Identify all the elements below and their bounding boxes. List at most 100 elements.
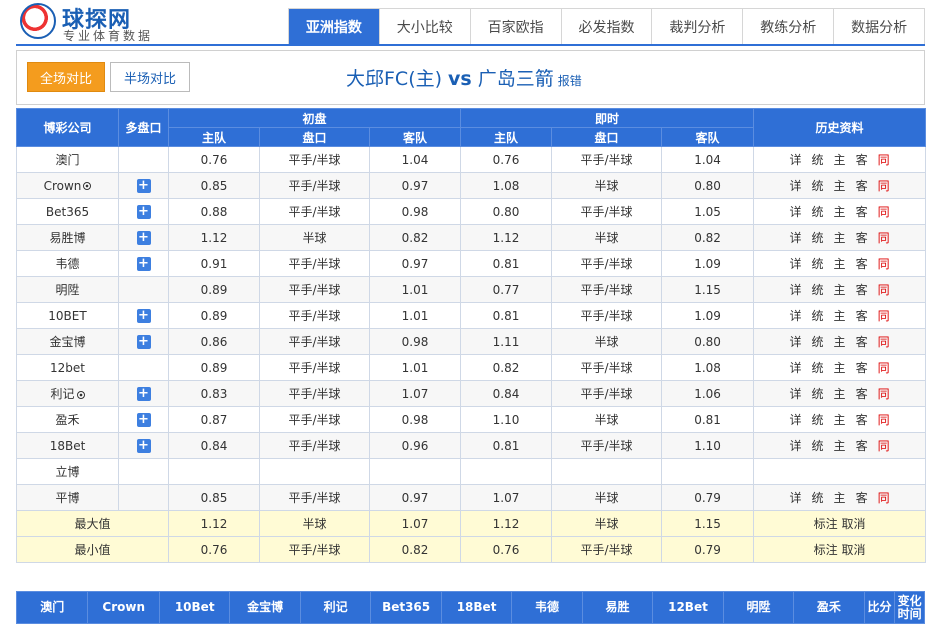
company-name[interactable]: 易胜博 xyxy=(49,231,85,245)
history-link[interactable]: 主 xyxy=(834,153,846,167)
history-link[interactable]: 客 xyxy=(856,153,868,167)
history-link[interactable]: 主 xyxy=(834,257,846,271)
history-link[interactable]: 主 xyxy=(834,491,846,505)
history-link[interactable]: 同 xyxy=(878,205,890,219)
tab-over-under[interactable]: 大小比较 xyxy=(378,9,470,44)
history-link[interactable]: 客 xyxy=(856,439,868,453)
company-name[interactable]: 平博 xyxy=(55,491,79,505)
history-link[interactable]: 统 xyxy=(812,257,824,271)
company-name[interactable]: 金宝博 xyxy=(49,335,85,349)
history-link[interactable]: 同 xyxy=(878,361,890,375)
history-link[interactable]: 同 xyxy=(878,491,890,505)
tab-data-analysis[interactable]: 数据分析 xyxy=(833,9,925,44)
tab-betfair-index[interactable]: 必发指数 xyxy=(560,9,652,44)
mark-link[interactable]: 标注 xyxy=(814,543,838,557)
history-link[interactable]: 客 xyxy=(856,179,868,193)
expand-plus-icon[interactable]: + xyxy=(136,412,151,427)
tab-coach-analysis[interactable]: 教练分析 xyxy=(742,9,834,44)
expand-plus-icon[interactable]: + xyxy=(136,334,151,349)
history-link[interactable]: 客 xyxy=(856,231,868,245)
history-link[interactable]: 详 xyxy=(790,335,802,349)
company-name[interactable]: 立博 xyxy=(55,465,79,479)
full-match-compare-button[interactable]: 全场对比 xyxy=(27,62,105,92)
history-link[interactable]: 详 xyxy=(790,361,802,375)
history-link[interactable]: 主 xyxy=(834,179,846,193)
history-link[interactable]: 主 xyxy=(834,205,846,219)
history-link[interactable]: 客 xyxy=(856,335,868,349)
history-link[interactable]: 同 xyxy=(878,283,890,297)
history-link[interactable]: 主 xyxy=(834,335,846,349)
history-link[interactable]: 同 xyxy=(878,179,890,193)
company-name[interactable]: Crown xyxy=(44,179,82,193)
history-link[interactable]: 详 xyxy=(790,491,802,505)
history-link[interactable]: 统 xyxy=(812,205,824,219)
expand-plus-icon[interactable]: + xyxy=(136,386,151,401)
history-link[interactable]: 详 xyxy=(790,179,802,193)
company-name[interactable]: 12bet xyxy=(50,361,85,375)
expand-plus-icon[interactable]: + xyxy=(136,230,151,245)
history-link[interactable]: 详 xyxy=(790,283,802,297)
history-link[interactable]: 客 xyxy=(856,283,868,297)
history-link[interactable]: 主 xyxy=(834,309,846,323)
company-name[interactable]: 韦德 xyxy=(55,257,79,271)
tab-referee-analysis[interactable]: 裁判分析 xyxy=(651,9,743,44)
report-error-link[interactable]: 报错 xyxy=(558,74,582,88)
company-name[interactable]: 10BET xyxy=(48,309,86,323)
history-link[interactable]: 详 xyxy=(790,153,802,167)
history-link[interactable]: 同 xyxy=(878,257,890,271)
history-link[interactable]: 详 xyxy=(790,413,802,427)
history-link[interactable]: 统 xyxy=(812,335,824,349)
history-link[interactable]: 详 xyxy=(790,387,802,401)
history-link[interactable]: 同 xyxy=(878,335,890,349)
history-link[interactable]: 同 xyxy=(878,439,890,453)
history-link[interactable]: 客 xyxy=(856,205,868,219)
history-link[interactable]: 主 xyxy=(834,283,846,297)
history-link[interactable]: 详 xyxy=(790,439,802,453)
history-link[interactable]: 统 xyxy=(812,153,824,167)
history-link[interactable]: 详 xyxy=(790,205,802,219)
history-link[interactable]: 同 xyxy=(878,387,890,401)
tab-asian-index[interactable]: 亚洲指数 xyxy=(289,9,379,44)
history-link[interactable]: 客 xyxy=(856,361,868,375)
history-link[interactable]: 主 xyxy=(834,387,846,401)
expand-plus-icon[interactable]: + xyxy=(136,438,151,453)
expand-plus-icon[interactable]: + xyxy=(136,308,151,323)
history-link[interactable]: 主 xyxy=(834,413,846,427)
history-link[interactable]: 客 xyxy=(856,387,868,401)
history-link[interactable]: 统 xyxy=(812,231,824,245)
history-link[interactable]: 同 xyxy=(878,413,890,427)
expand-plus-icon[interactable]: + xyxy=(136,178,151,193)
half-match-compare-button[interactable]: 半场对比 xyxy=(110,62,190,92)
company-name[interactable]: 明陞 xyxy=(55,283,79,297)
history-link[interactable]: 客 xyxy=(856,491,868,505)
company-name[interactable]: 盈禾 xyxy=(55,413,79,427)
company-name[interactable]: 利记 xyxy=(50,387,74,401)
history-link[interactable]: 统 xyxy=(812,439,824,453)
expand-plus-icon[interactable]: + xyxy=(136,256,151,271)
history-link[interactable]: 统 xyxy=(812,179,824,193)
history-link[interactable]: 详 xyxy=(790,257,802,271)
history-link[interactable]: 统 xyxy=(812,413,824,427)
site-logo[interactable]: 球探网 专业体育数据 xyxy=(20,3,170,43)
company-name[interactable]: 澳门 xyxy=(55,153,79,167)
history-link[interactable]: 同 xyxy=(878,231,890,245)
expand-plus-icon[interactable]: + xyxy=(136,204,151,219)
history-link[interactable]: 客 xyxy=(856,309,868,323)
cancel-link[interactable]: 取消 xyxy=(841,517,865,531)
history-link[interactable]: 统 xyxy=(812,361,824,375)
history-link[interactable]: 统 xyxy=(812,491,824,505)
mark-link[interactable]: 标注 xyxy=(814,517,838,531)
history-link[interactable]: 客 xyxy=(856,413,868,427)
history-link[interactable]: 详 xyxy=(790,309,802,323)
history-link[interactable]: 客 xyxy=(856,257,868,271)
history-link[interactable]: 主 xyxy=(834,439,846,453)
company-name[interactable]: 18Bet xyxy=(50,439,86,453)
history-link[interactable]: 主 xyxy=(834,361,846,375)
history-link[interactable]: 统 xyxy=(812,283,824,297)
company-name[interactable]: Bet365 xyxy=(46,205,89,219)
home-team[interactable]: 大邱FC(主) xyxy=(346,68,442,90)
history-link[interactable]: 详 xyxy=(790,231,802,245)
cancel-link[interactable]: 取消 xyxy=(841,543,865,557)
history-link[interactable]: 同 xyxy=(878,153,890,167)
tab-euro-odds[interactable]: 百家欧指 xyxy=(469,9,561,44)
